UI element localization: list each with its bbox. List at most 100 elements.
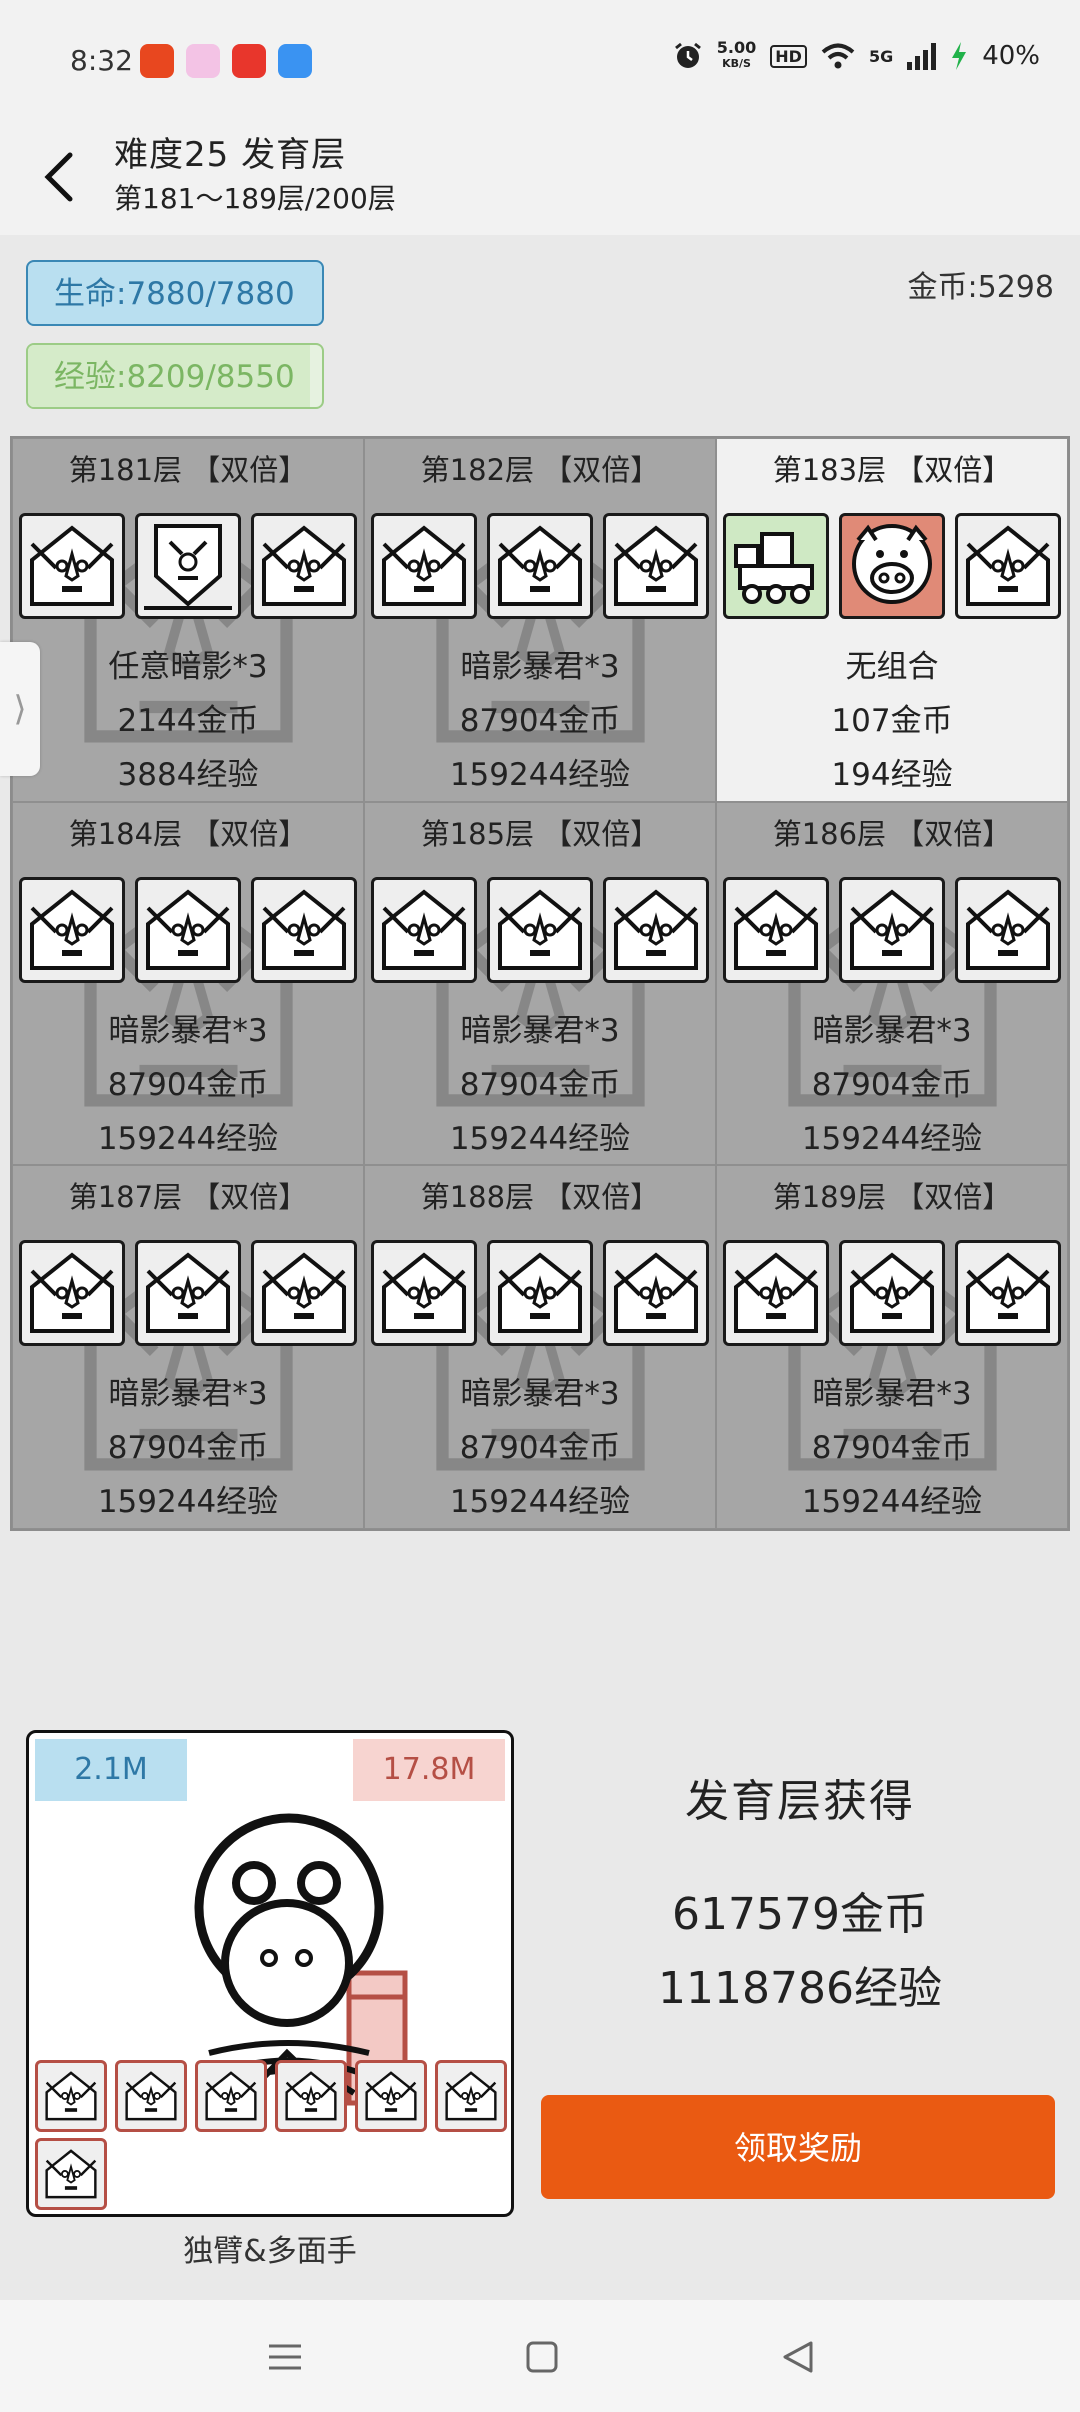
enemy-icons xyxy=(19,876,357,983)
minion-ghost-icon xyxy=(435,2060,507,2132)
floor-gold-reward: 87904金币 xyxy=(107,1430,269,1467)
floor-exp-reward: 194经验 xyxy=(831,757,953,793)
floor-exp-reward: 159244经验 xyxy=(801,1484,983,1521)
recent-apps-button[interactable] xyxy=(255,2330,315,2384)
floor-title: 第188层 【双倍】 xyxy=(420,1180,660,1215)
reward-exp: 1118786经验 xyxy=(658,1963,942,2014)
battery-percent: 40% xyxy=(982,41,1040,71)
ghost-icon xyxy=(487,513,593,619)
boss-hp-badge: 17.8M xyxy=(353,1739,505,1801)
exp-badge: 经验:8209/8550 xyxy=(26,343,324,409)
menu-icon xyxy=(269,2344,301,2370)
ghost-icon xyxy=(371,513,477,619)
side-drawer-tab[interactable]: ⟩ xyxy=(0,642,40,776)
enemy-icons xyxy=(723,513,1061,619)
minion-ghost-icon xyxy=(275,2060,347,2132)
reward-title: 发育层获得 xyxy=(685,1776,915,1827)
back-button[interactable] xyxy=(30,141,90,211)
ghost-icon xyxy=(603,1240,709,1347)
floor-cell[interactable]: 第184层 【双倍】 暗影暴君*3 87904金币 159244经验 xyxy=(12,801,364,1166)
status-indicators: 5.00 KB/S HD 5G 40% xyxy=(673,40,1040,72)
floor-gold-reward: 87904金币 xyxy=(107,1066,269,1103)
ghost-icon xyxy=(19,1240,125,1347)
ghost-icon xyxy=(251,876,357,983)
boss-name: 独臂&多面手 xyxy=(183,2234,357,2269)
charging-icon xyxy=(952,42,967,70)
ghost-icon xyxy=(955,513,1061,619)
floor-cell[interactable]: 第181层 【双倍】 任意暗影*3 2144金币 3884经验 xyxy=(12,438,364,802)
ghost-icon xyxy=(955,876,1061,983)
ghost-icon xyxy=(487,876,593,983)
wifi-icon xyxy=(821,43,855,69)
exp-label: 经验:8209/8550 xyxy=(54,359,295,395)
enemy-icons xyxy=(371,1240,709,1347)
ghost-icon xyxy=(19,876,125,983)
floor-cell[interactable]: 第189层 【双倍】 暗影暴君*3 87904金币 159244经验 xyxy=(716,1165,1068,1529)
ghost-icon xyxy=(135,1240,241,1347)
floor-enemy-combo: 暗影暴君*3 xyxy=(460,649,620,685)
floor-title: 第185层 【双倍】 xyxy=(420,816,660,851)
floor-cell[interactable]: 第183层 【双倍】 无组合 107金币 194经验 xyxy=(716,438,1068,802)
signal-icon xyxy=(907,42,937,70)
back-nav-button[interactable] xyxy=(768,2330,828,2384)
floor-cell[interactable]: 第187层 【双倍】 暗影暴君*3 87904金币 159244经验 xyxy=(12,1165,364,1529)
floor-exp-reward: 159244经验 xyxy=(97,1484,279,1521)
floor-cell[interactable]: 第182层 【双倍】 暗影暴君*3 87904金币 159244经验 xyxy=(364,438,716,802)
ghost-icon xyxy=(19,513,125,619)
ghost-icon xyxy=(839,876,945,983)
floor-exp-reward: 159244经验 xyxy=(97,1120,279,1157)
ghost-icon xyxy=(371,1240,477,1347)
floor-enemy-combo: 暗影暴君*3 xyxy=(460,1376,620,1413)
app-notification-icon xyxy=(186,44,220,78)
floor-enemy-combo: 暗影暴君*3 xyxy=(460,1012,620,1049)
page-title: 难度25 发育层 xyxy=(114,135,347,175)
floor-gold-reward: 2144金币 xyxy=(117,703,259,739)
life-badge: 生命:7880/7880 xyxy=(26,260,324,326)
floor-enemy-combo: 暗影暴君*3 xyxy=(108,1376,268,1413)
floor-title: 第181层 【双倍】 xyxy=(68,453,308,487)
ghost-icon xyxy=(839,1240,945,1347)
floor-enemy-combo: 无组合 xyxy=(845,649,939,685)
ghost-icon xyxy=(723,1240,829,1347)
floor-cell[interactable]: 第185层 【双倍】 暗影暴君*3 87904金币 159244经验 xyxy=(364,801,716,1166)
enemy-icons xyxy=(371,513,709,619)
floor-exp-reward: 159244经验 xyxy=(449,1120,631,1157)
hd-badge: HD xyxy=(770,44,807,68)
status-app-icons xyxy=(140,44,312,78)
floor-exp-reward: 159244经验 xyxy=(449,757,631,793)
floor-gold-reward: 87904金币 xyxy=(811,1066,973,1103)
reward-gold: 617579金币 xyxy=(672,1889,928,1940)
square-icon xyxy=(526,2341,558,2373)
boss-card[interactable]: 2.1M 17.8M xyxy=(26,1730,514,2217)
ghost-icon xyxy=(251,1240,357,1347)
floor-title: 第183层 【双倍】 xyxy=(772,453,1012,487)
enemy-icons xyxy=(371,876,709,983)
minion-row xyxy=(35,2138,107,2210)
floor-exp-reward: 159244经验 xyxy=(801,1120,983,1157)
floor-enemy-combo: 暗影暴君*3 xyxy=(812,1376,972,1413)
boss-attack-badge: 2.1M xyxy=(35,1739,187,1801)
alarm-icon xyxy=(674,42,701,68)
floor-enemy-combo: 暗影暴君*3 xyxy=(108,1012,268,1049)
floor-gold-reward: 87904金币 xyxy=(811,1430,973,1467)
floor-cell[interactable]: 第188层 【双倍】 暗影暴君*3 87904金币 159244经验 xyxy=(364,1165,716,1529)
ghost-icon xyxy=(603,876,709,983)
minion-ghost-icon xyxy=(115,2060,187,2132)
app-header: 难度25 发育层 第181～189层/200层 xyxy=(0,125,1080,235)
home-button[interactable] xyxy=(512,2330,572,2384)
floor-enemy-combo: 暗影暴君*3 xyxy=(812,1012,972,1049)
chevron-left-icon xyxy=(44,152,73,202)
floor-cell[interactable]: 第186层 【双倍】 暗影暴君*3 87904金币 159244经验 xyxy=(716,801,1068,1166)
floor-exp-reward: 159244经验 xyxy=(449,1484,631,1521)
floor-enemy-combo: 任意暗影*3 xyxy=(108,649,268,685)
minion-ghost-icon xyxy=(35,2138,107,2210)
ghost-icon xyxy=(955,1240,1061,1347)
status-time: 8:32 xyxy=(70,44,133,77)
minion-ghost-icon xyxy=(195,2060,267,2132)
floor-title: 第187层 【双倍】 xyxy=(68,1180,308,1215)
minion-row xyxy=(35,2060,507,2132)
life-label: 生命:7880/7880 xyxy=(54,276,295,312)
claim-reward-button[interactable]: 领取奖励 xyxy=(541,2095,1055,2199)
enemy-icons xyxy=(723,1240,1061,1347)
status-bar: 8:32 5.00 KB/S HD 5G 40% xyxy=(0,0,1080,125)
